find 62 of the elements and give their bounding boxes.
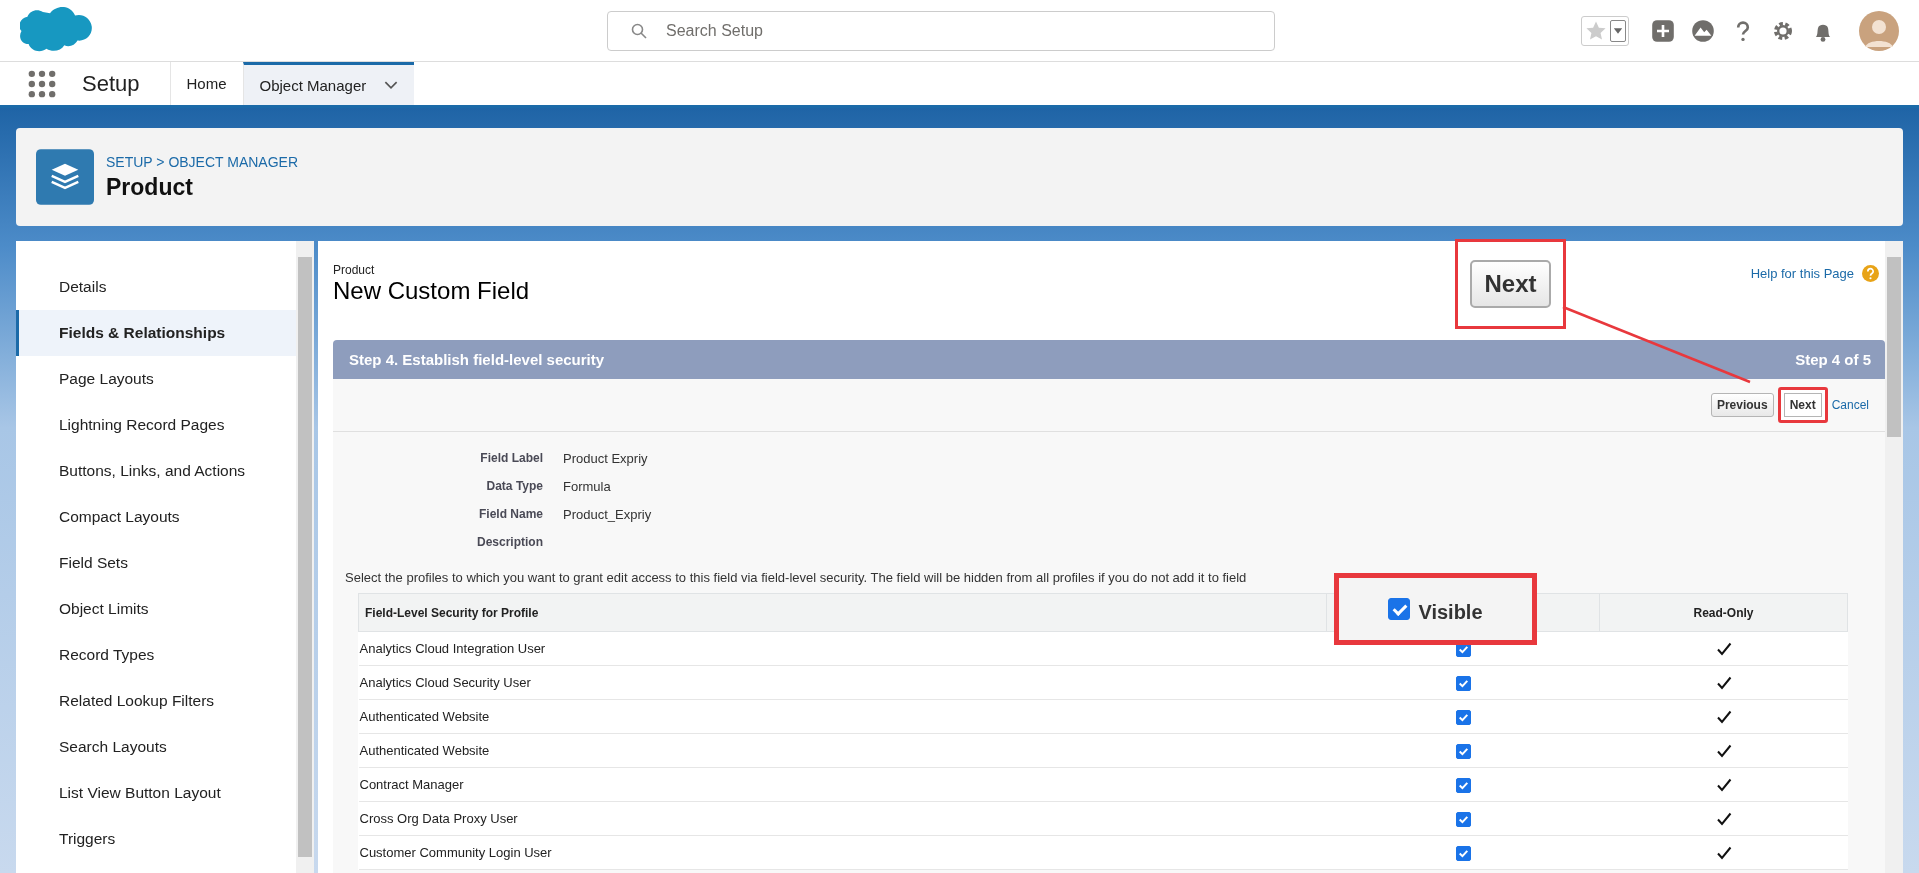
field-value: Product Expriy [563, 450, 648, 466]
visible-checkbox[interactable] [1455, 675, 1471, 691]
breadcrumb[interactable]: SETUP > OBJECT MANAGER [106, 153, 299, 170]
favorites-button[interactable] [1581, 15, 1629, 46]
app-launcher-icon[interactable] [28, 70, 56, 98]
sidebar-item[interactable]: Field Sets [16, 540, 296, 586]
visible-checkbox[interactable] [1455, 743, 1471, 759]
field-label: Description [476, 535, 544, 549]
caret-icon [1610, 19, 1626, 42]
visible-checkbox[interactable] [1455, 777, 1471, 793]
nav-tab[interactable]: Object Manager [242, 62, 415, 105]
nav-tab[interactable]: Home [169, 62, 243, 105]
instructions-text: Select the profiles to which you want to grant edit access to this field via field-level security. The field will be hidden from all profiles if you do not add it to field [345, 570, 1248, 585]
sidebar-item[interactable]: Triggers [16, 816, 296, 862]
sidebar-item[interactable]: Fields & Relationships [16, 310, 296, 356]
sidebar-item[interactable]: Record Types [16, 632, 296, 678]
plus-icon[interactable] [1651, 18, 1675, 43]
profile-cell: Customer Community Login User [358, 835, 1327, 870]
search-icon [631, 22, 647, 39]
sidebar-item[interactable]: Lightning Record Pages [16, 402, 296, 448]
callout-label: Visible [1418, 600, 1483, 624]
field-value: Formula [563, 478, 611, 494]
profile-cell: Authenticated Website [358, 699, 1327, 734]
help-link[interactable]: Help for this Page [1750, 266, 1854, 281]
profile-cell: Contract Manager [358, 767, 1327, 802]
field-label: Field Label [479, 451, 544, 465]
profile-cell: Analytics Cloud Integration User [358, 631, 1327, 666]
sidebar-item[interactable]: Search Layouts [16, 724, 296, 770]
column-header: Read-Only [1599, 593, 1848, 632]
scrollbar[interactable] [296, 241, 314, 873]
field-label: Field Name [477, 507, 544, 521]
profile-cell: Cross Org Data Proxy User [358, 801, 1327, 836]
sidebar-item[interactable]: Details [16, 264, 296, 310]
sidebar-item[interactable]: Buttons, Links, and Actions [16, 448, 296, 494]
app-name: Setup [82, 70, 140, 97]
field-value: Product_Expriy [563, 506, 652, 522]
mountain-icon[interactable] [1691, 18, 1715, 43]
sidebar-item[interactable]: Object Limits [16, 586, 296, 632]
search-field[interactable]: Search Setup [607, 10, 1275, 51]
field-label: Data Type [485, 479, 544, 493]
next-button-enlarged: Next [1470, 260, 1551, 308]
profile-cell: Analytics Cloud Security User [358, 665, 1327, 700]
object-label: Product [333, 263, 376, 277]
wizard-button[interactable]: Previous [1710, 393, 1774, 417]
visible-checkbox[interactable] [1455, 709, 1471, 725]
visible-checkbox[interactable] [1455, 811, 1471, 827]
wizard-button[interactable]: Next [1777, 387, 1828, 423]
scrollbar[interactable] [1885, 241, 1903, 873]
sidebar-item[interactable]: Related Lookup Filters [16, 678, 296, 724]
step-counter: Step 4 of 5 [1795, 351, 1871, 368]
object-title: Product [106, 173, 194, 201]
page-title: New Custom Field [333, 277, 530, 305]
step-title: Step 4. Establish field-level security [349, 351, 605, 368]
sidebar-item[interactable]: Page Layouts [16, 356, 296, 402]
layers-icon [36, 149, 94, 205]
sidebar-item[interactable]: Compact Layouts [16, 494, 296, 540]
avatar-icon[interactable] [1859, 10, 1899, 51]
visible-checkbox[interactable] [1455, 845, 1471, 861]
profile-cell: Authenticated Website [358, 733, 1327, 768]
cancel-link[interactable]: Cancel [1831, 398, 1869, 412]
column-header: Field-Level Security for Profile [358, 593, 1327, 632]
sidebar-item[interactable]: List View Button Layout [16, 770, 296, 816]
